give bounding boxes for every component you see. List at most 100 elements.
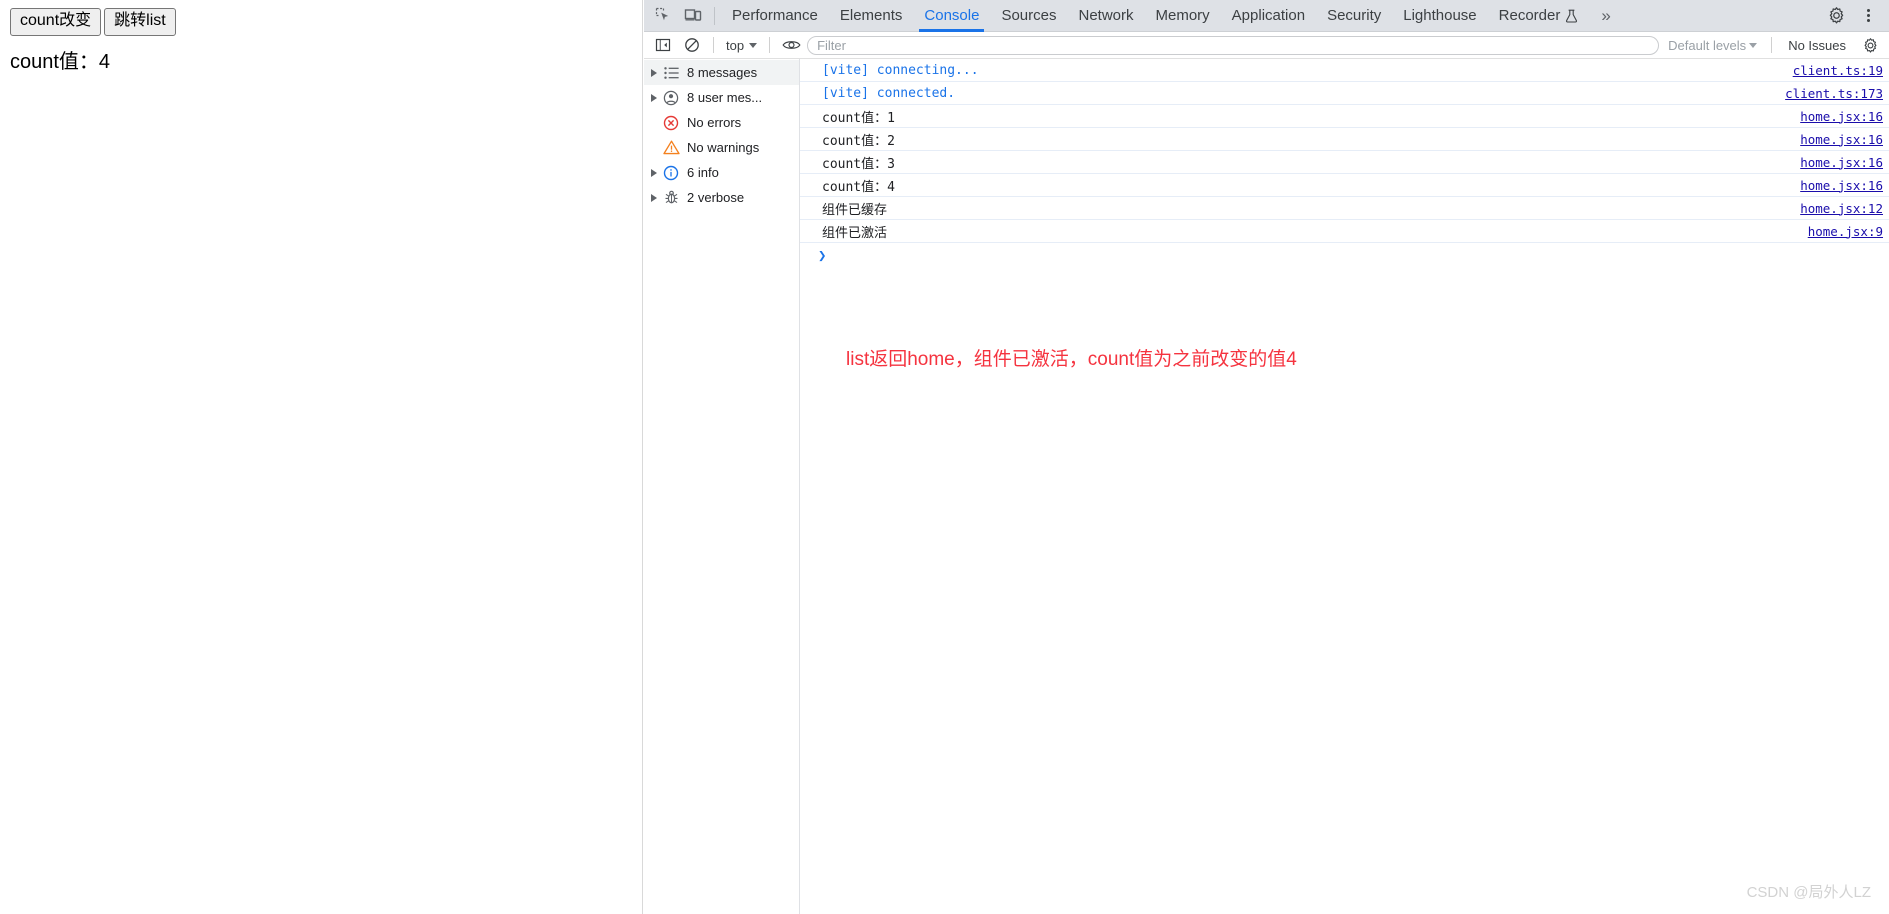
sidebar-item-label: 8 user mes...	[687, 90, 763, 105]
user-icon	[660, 90, 682, 106]
console-message-source-link[interactable]: client.ts:19	[1793, 63, 1883, 78]
console-message-row[interactable]: [vite] connecting... client.ts:19	[800, 59, 1889, 82]
tab-label: Sources	[1001, 7, 1057, 24]
tab-sources[interactable]: Sources	[990, 0, 1067, 32]
console-toolbar: top Default levels No Issues	[644, 32, 1889, 59]
console-message-text: 组件已激活	[822, 225, 888, 241]
sidebar-item-label: 6 info	[687, 165, 719, 180]
live-expression-icon[interactable]	[778, 34, 804, 56]
goto-list-button[interactable]: 跳转list	[104, 8, 176, 36]
tab-label: Elements	[839, 7, 903, 24]
console-filter-input[interactable]	[807, 35, 1660, 55]
error-icon	[660, 115, 682, 131]
tab-lighthouse[interactable]: Lighthouse	[1392, 0, 1487, 32]
console-message-row[interactable]: count值：2 home.jsx:16	[800, 128, 1889, 151]
page-button-row: count改变 跳转list	[10, 8, 632, 36]
tab-performance[interactable]: Performance	[721, 0, 829, 32]
expand-triangle-icon[interactable]	[648, 193, 660, 202]
devtools-tabstrip: Performance Elements Console Sources Net…	[644, 0, 1889, 32]
verbose-bug-icon	[660, 190, 682, 205]
tab-memory[interactable]: Memory	[1145, 0, 1221, 32]
more-tabs-button[interactable]: »	[1589, 0, 1622, 32]
console-message-source-link[interactable]: home.jsx:16	[1800, 132, 1883, 147]
count-value-text: count值：4	[10, 50, 111, 73]
tab-label: Performance	[732, 7, 818, 24]
sidebar-item-verbose[interactable]: 2 verbose	[644, 185, 799, 210]
warning-icon	[660, 140, 682, 155]
console-message-row[interactable]: 组件已激活 home.jsx:9	[800, 220, 1889, 243]
tab-label: Application	[1231, 7, 1306, 24]
console-prompt[interactable]: ❯	[800, 243, 1889, 269]
execution-context-label: top	[726, 37, 745, 53]
console-message-text: count值：2	[822, 133, 895, 149]
console-body: 8 messages 8 user mes... No errors No wa…	[644, 59, 1889, 914]
console-message-text: count值：4	[822, 179, 895, 195]
kebab-menu-icon[interactable]	[1853, 3, 1883, 29]
sidebar-item-errors[interactable]: No errors	[644, 110, 799, 135]
tab-elements[interactable]: Elements	[829, 0, 914, 32]
console-message-row[interactable]: count值：3 home.jsx:16	[800, 151, 1889, 174]
sidebar-item-label: No warnings	[687, 140, 760, 155]
tab-console[interactable]: Console	[913, 0, 990, 32]
console-message-row[interactable]: count值：1 home.jsx:16	[800, 105, 1889, 128]
console-message-source-link[interactable]: home.jsx:16	[1800, 178, 1883, 193]
console-message-source-link[interactable]: home.jsx:12	[1800, 201, 1883, 216]
expand-triangle-icon[interactable]	[648, 68, 660, 77]
tab-label: Network	[1078, 7, 1134, 24]
screen-root: count改变 跳转list count值：4 Performance Elem…	[0, 0, 1889, 914]
tab-label: Recorder	[1498, 7, 1561, 24]
prompt-caret-icon: ❯	[818, 248, 827, 264]
console-settings-icon[interactable]	[1857, 34, 1883, 56]
show-console-sidebar-icon[interactable]	[650, 34, 676, 56]
device-toolbar-icon[interactable]	[678, 3, 708, 29]
tab-recorder[interactable]: Recorder	[1488, 0, 1590, 32]
console-message-text: count值：3	[822, 156, 895, 172]
sidebar-item-warnings[interactable]: No warnings	[644, 135, 799, 160]
sidebar-item-label: 8 messages	[687, 65, 758, 80]
sidebar-item-info[interactable]: 6 info	[644, 160, 799, 185]
gear-icon[interactable]	[1821, 3, 1851, 29]
console-sidebar: 8 messages 8 user mes... No errors No wa…	[644, 59, 800, 914]
console-message-row[interactable]: 组件已缓存 home.jsx:12	[800, 197, 1889, 220]
console-toolbar-divider-3	[1771, 37, 1773, 53]
console-message-text: [vite] connecting...	[822, 62, 979, 78]
flask-icon	[1565, 9, 1578, 23]
tab-security[interactable]: Security	[1316, 0, 1392, 32]
tab-label: Console	[924, 7, 980, 24]
console-message-source-link[interactable]: home.jsx:9	[1808, 224, 1883, 239]
chevron-down-icon	[749, 42, 758, 48]
console-message-text: 组件已缓存	[822, 202, 888, 218]
log-levels-label: Default levels	[1668, 37, 1747, 53]
sidebar-item-label: 2 verbose	[687, 190, 745, 205]
tab-network[interactable]: Network	[1067, 0, 1144, 32]
console-message-source-link[interactable]: home.jsx:16	[1800, 109, 1883, 124]
expand-triangle-icon[interactable]	[648, 168, 660, 177]
list-icon	[660, 66, 682, 80]
console-message-text: [vite] connected.	[822, 85, 956, 101]
sidebar-item-user-messages[interactable]: 8 user mes...	[644, 85, 799, 110]
console-message-list[interactable]: [vite] connecting... client.ts:19 [vite]…	[800, 59, 1889, 914]
expand-triangle-icon[interactable]	[648, 93, 660, 102]
devtools-panel: Performance Elements Console Sources Net…	[644, 0, 1889, 914]
annotation-text: list返回home，组件已激活，count值为之前改变的值4	[846, 349, 1297, 370]
clear-console-icon[interactable]	[679, 34, 705, 56]
console-message-row[interactable]: [vite] connected. client.ts:173	[800, 82, 1889, 105]
console-message-source-link[interactable]: home.jsx:16	[1800, 155, 1883, 170]
tab-label: Memory	[1155, 7, 1210, 24]
tab-application[interactable]: Application	[1221, 0, 1316, 32]
count-change-button[interactable]: count改变	[10, 8, 102, 36]
console-message-source-link[interactable]: client.ts:173	[1785, 86, 1883, 101]
web-page-viewport: count改变 跳转list count值：4	[0, 0, 643, 914]
execution-context-selector[interactable]: top	[722, 38, 761, 53]
console-message-text: count值：1	[822, 110, 895, 126]
toolbar-divider	[714, 6, 715, 25]
log-levels-selector[interactable]: Default levels	[1662, 38, 1763, 53]
inspect-element-icon[interactable]	[648, 3, 678, 29]
console-message-row[interactable]: count值：4 home.jsx:16	[800, 174, 1889, 197]
chevron-down-icon	[1749, 42, 1758, 48]
devtools-toolbar-right	[1821, 3, 1889, 29]
sidebar-item-messages[interactable]: 8 messages	[644, 60, 799, 85]
console-toolbar-divider-2	[769, 37, 771, 53]
issues-status[interactable]: No Issues	[1780, 38, 1854, 53]
tab-label: Lighthouse	[1403, 7, 1477, 24]
